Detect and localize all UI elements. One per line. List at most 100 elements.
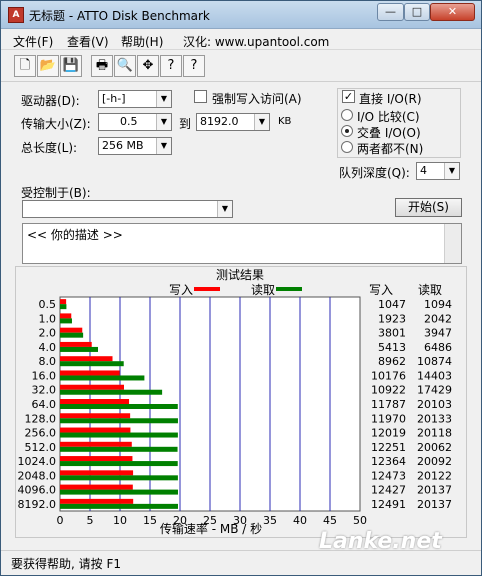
queue-depth-label: 队列深度(Q): <box>339 166 410 180</box>
read-bar <box>60 346 99 352</box>
legend-label: 读取 <box>251 283 275 297</box>
force-write-checkbox[interactable] <box>194 90 207 103</box>
results-title: 测试结果 <box>216 267 264 282</box>
neither-radio[interactable] <box>341 141 353 153</box>
y-tick-label: 2.0 <box>39 327 57 340</box>
y-tick-label: 64.0 <box>32 398 57 411</box>
chevron-down-icon[interactable]: ▼ <box>217 201 232 217</box>
write-column-header: 写入 <box>369 283 393 297</box>
read-value: 20122 <box>417 469 452 482</box>
queue-depth-select[interactable]: 4 ▼ <box>416 162 460 180</box>
read-bar <box>60 389 163 395</box>
menu-file[interactable]: 文件(F) <box>13 33 53 50</box>
description-text: << 你的描述 >> <box>27 228 123 242</box>
write-bar <box>60 399 130 404</box>
menu-translator-credit[interactable]: 汉化: www.upantool.com <box>183 33 329 50</box>
neither-label: 两者都不(N) <box>357 142 424 156</box>
total-length-label: 总长度(L): <box>21 141 78 155</box>
write-value: 12251 <box>371 441 406 454</box>
kb-unit-label: KB <box>278 116 292 127</box>
y-tick-label: 128.0 <box>25 412 57 425</box>
move-icon[interactable]: ✥ <box>137 55 159 77</box>
y-tick-label: 4.0 <box>39 341 57 354</box>
description-scrollbar[interactable] <box>444 224 461 263</box>
write-bar <box>60 484 133 490</box>
start-button[interactable]: 开始(S) <box>395 198 462 217</box>
chevron-down-icon[interactable]: ▼ <box>156 138 171 154</box>
x-tick-label: 45 <box>323 514 337 527</box>
read-bar <box>60 418 178 424</box>
transfer-size-from-select[interactable]: 0.5 ▼ <box>98 113 172 131</box>
io-compare-label: I/O 比较(C) <box>357 110 420 124</box>
write-bar <box>60 356 113 362</box>
read-bar <box>60 475 178 481</box>
maximize-button[interactable]: □ <box>404 3 430 21</box>
write-bar <box>60 370 120 376</box>
y-tick-label: 32.0 <box>32 384 57 397</box>
read-value: 14403 <box>417 369 452 382</box>
overlapped-io-radio[interactable] <box>341 125 353 137</box>
total-length-value: 256 MB <box>102 139 144 152</box>
write-value: 12427 <box>371 484 406 497</box>
atto-app-icon[interactable]: A <box>8 7 24 23</box>
new-file-icon[interactable]: 🗋 <box>14 55 36 77</box>
open-folder-icon[interactable]: 📂 <box>37 55 59 77</box>
read-bar <box>60 404 178 409</box>
x-tick-label: 0 <box>57 514 64 527</box>
read-bar <box>60 446 178 452</box>
drive-value: [-h-] <box>102 92 126 105</box>
read-bar <box>60 489 178 495</box>
read-bar <box>60 375 145 381</box>
menu-view[interactable]: 查看(V) <box>67 33 109 50</box>
write-value: 11970 <box>371 412 406 425</box>
chevron-down-icon[interactable]: ▼ <box>156 114 171 130</box>
y-tick-label: 8192.0 <box>18 498 57 511</box>
total-length-select[interactable]: 256 MB ▼ <box>98 137 172 155</box>
read-bar <box>60 332 84 338</box>
drive-select[interactable]: [-h-] ▼ <box>98 90 172 108</box>
read-value: 20118 <box>417 427 452 440</box>
y-tick-label: 512.0 <box>25 441 57 454</box>
context-help-icon[interactable]: ? <box>183 55 205 77</box>
write-bar <box>60 313 72 319</box>
x-axis-label: 传输速率 - MB / 秒 <box>160 521 262 536</box>
to-label: 到 <box>179 117 192 131</box>
description-textbox[interactable]: << 你的描述 >> <box>22 223 462 264</box>
transfer-size-label: 传输大小(Z): <box>21 117 91 131</box>
overlapped-io-label: 交叠 I/O(O) <box>357 126 421 140</box>
chart-legend: 写入 读取 <box>169 283 302 297</box>
write-value: 8962 <box>378 355 406 368</box>
read-value: 3947 <box>424 327 452 340</box>
toolbar: 🗋 📂 💾 🖶 🔍 ✥ ? ? <box>1 52 481 82</box>
drive-label: 驱动器(D): <box>21 94 80 108</box>
menu-bar: 文件(F) 查看(V) 帮助(H) 汉化: www.upantool.com <box>1 30 481 50</box>
write-bar <box>60 470 134 476</box>
y-tick-label: 8.0 <box>39 355 57 368</box>
minimize-button[interactable]: — <box>377 3 404 21</box>
close-button[interactable]: ✕ <box>430 3 475 21</box>
y-tick-label: 1.0 <box>39 312 57 325</box>
menu-help[interactable]: 帮助(H) <box>121 33 163 50</box>
app-window: A 无标题 - ATTO Disk Benchmark — □ ✕ 文件(F) … <box>0 0 482 576</box>
controlled-by-select[interactable]: ▼ <box>22 200 233 218</box>
title-bar[interactable]: A 无标题 - ATTO Disk Benchmark — □ ✕ <box>1 1 481 29</box>
write-value: 10922 <box>371 384 406 397</box>
transfer-size-to-select[interactable]: 8192.0 ▼ <box>196 113 270 131</box>
chevron-down-icon[interactable]: ▼ <box>444 163 459 179</box>
print-preview-icon[interactable]: 🔍 <box>114 55 136 77</box>
print-icon[interactable]: 🖶 <box>91 55 113 77</box>
write-value: 1923 <box>378 312 406 325</box>
results-chart: 测试结果 写入 读取 写入 读取 0 5 10 15 20 25 30 35 40 45 500.5 1… <box>18 267 453 536</box>
x-tick-label: 5 <box>87 514 94 527</box>
write-bar <box>60 299 67 305</box>
save-icon[interactable]: 💾 <box>60 55 82 77</box>
legend-swatch <box>194 287 220 291</box>
help-icon[interactable]: ? <box>160 55 182 77</box>
write-value: 12364 <box>371 455 406 468</box>
chevron-down-icon[interactable]: ▼ <box>254 114 269 130</box>
read-value: 2042 <box>424 312 452 325</box>
read-value: 6486 <box>424 341 452 354</box>
io-compare-radio[interactable] <box>341 109 353 121</box>
chevron-down-icon[interactable]: ▼ <box>156 91 171 107</box>
y-tick-label: 0.5 <box>39 298 57 311</box>
